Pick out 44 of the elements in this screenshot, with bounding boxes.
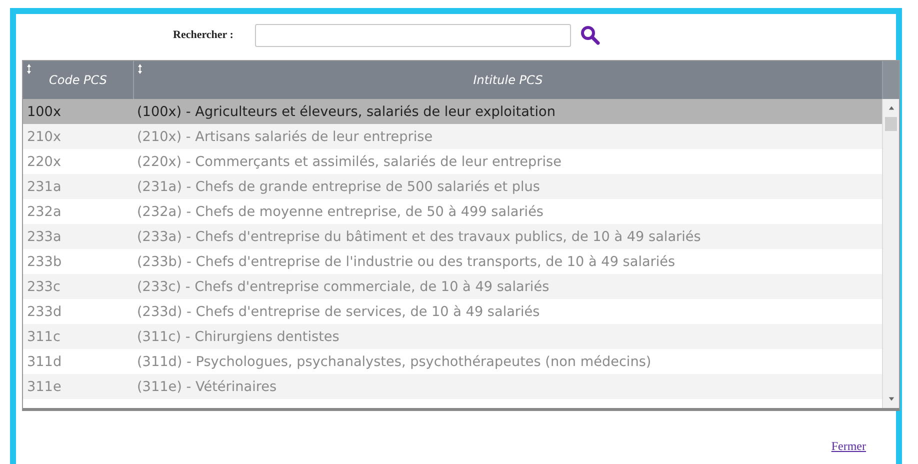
close-link[interactable]: Fermer [831, 439, 866, 454]
column-header-label: Code PCS [49, 73, 107, 87]
table-cell-text: (311e) - Vétérinaires [136, 378, 278, 394]
table-cell-text: (233b) - Chefs d'entreprise de l'industrie ou des transports, de 10 à 49 salariés [136, 254, 676, 270]
table-row[interactable]: 210x (210x) - Artisans salariés de leur entreprise [23, 124, 882, 149]
table-cell-text: (210x) - Artisans salariés de leur entreprise [136, 128, 434, 144]
search-label: Rechercher : [173, 29, 234, 41]
table-cell-text: 100x [26, 104, 62, 120]
table-row[interactable]: 100x (100x) - Agriculteurs et éleveurs, salariés de leur exploitation [23, 99, 882, 124]
table-cell-text: (233c) - Chefs d'entreprise commerciale, de 10 à 49 salariés [136, 278, 550, 294]
scroll-up-icon[interactable] [888, 105, 894, 111]
table-row[interactable]: 231a (231a) - Chefs de grande entreprise de 500 salariés et plus [23, 174, 882, 199]
table-row[interactable]: 311c (311c) - Chirurgiens dentistes [23, 324, 882, 349]
table-cell-text: 311e [26, 378, 62, 394]
table-cell-text: (232a) - Chefs de moyenne entreprise, de 50 à 499 salariés [136, 204, 545, 220]
table-cell-text: 233a [26, 228, 62, 244]
table-cell-text: (311d) - Psychologues, psychanalystes, psychothérapeutes (non médecins) [136, 354, 652, 370]
search-icon[interactable] [580, 25, 600, 45]
scrollbar[interactable] [882, 99, 899, 408]
table-cell-text: 233d [26, 304, 63, 320]
sort-icon[interactable] [138, 64, 142, 74]
table-cell-text: (233d) - Chefs d'entreprise de services, de 10 à 49 salariés [136, 304, 541, 320]
table-cell-text: 231a [26, 178, 62, 194]
table-cell-text: 232a [26, 204, 62, 220]
table-row[interactable]: 233a (233a) - Chefs d'entreprise du bâtiment et des travaux publics, de 10 à 49 salariés [23, 224, 882, 249]
table-cell-text: (311c) - Chirurgiens dentistes [136, 328, 340, 344]
table-row[interactable]: 233c (233c) - Chefs d'entreprise commerciale, de 10 à 49 salariés [23, 274, 882, 299]
table-cell-text: (220x) - Commerçants et assimilés, salariés de leur entreprise [136, 154, 562, 170]
table-cell-text: 233c [26, 278, 62, 294]
table-cell-text: 233b [26, 254, 63, 270]
table-cell-text: 311c [26, 328, 62, 344]
scrollbar-corner [883, 61, 899, 99]
column-header-label: Intitule PCS [473, 73, 543, 87]
search-field[interactable] [255, 24, 572, 46]
table-cell-text: (100x) - Agriculteurs et éleveurs, salariés de leur exploitation [136, 104, 556, 120]
table-cell-text: (233a) - Chefs d'entreprise du bâtiment et des travaux publics, de 10 à 49 salariés [136, 228, 702, 244]
table-cell-text: (231a) - Chefs de grande entreprise de 500 salariés et plus [136, 178, 541, 194]
sort-icon[interactable] [27, 64, 31, 74]
table-row[interactable]: 311e (311e) - Vétérinaires [23, 374, 882, 399]
table-cell-text: 220x [26, 154, 62, 170]
table-cell-text: 210x [26, 128, 62, 144]
scroll-thumb[interactable] [885, 117, 897, 131]
scroll-down-icon[interactable] [888, 396, 894, 402]
table-cell-text: 311d [26, 354, 63, 370]
